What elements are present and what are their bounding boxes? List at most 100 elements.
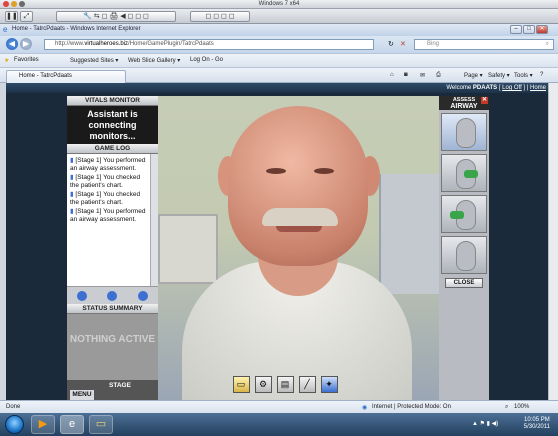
vm-title: Windows 7 x64 [258,1,300,7]
close-button[interactable]: CLOSE [445,278,483,288]
log-on-link[interactable]: Log On - Go [190,57,223,63]
search-placeholder: Bing [427,41,440,47]
assess-airway-header: ASSESS AIRWAY ✕ [439,96,489,110]
action-toolbar: ▭ ⚙ ▤ ╱ ✦ [230,373,340,395]
welcome-text: Welcome PDAATS [ Log Off ] | Home [446,85,546,91]
patient-mouth [276,226,322,232]
vm-settings-group[interactable]: ◻ ◻ ◻ ◻ [190,11,250,22]
safety-menu[interactable]: Safety ▾ [488,72,510,79]
tab-row: Home - TatrcPdaats ⌂ ◙ ✉ ⎙ Page ▾ Safety… [0,67,558,83]
chart-icon[interactable]: ▤ [276,375,294,393]
left-panel: VITALS MONITOR ‹ Assistant is connecting… [67,96,164,400]
zoom-icon[interactable]: ⌕ [505,404,508,411]
maximize-button[interactable]: □ [523,25,535,34]
welcome-prefix: Welcome [446,85,473,91]
status-header: STATUS SUMMARY ‹ [67,304,164,314]
log-entry-text: [Stage 1] You checked the patient's char… [70,174,141,189]
mail-icon[interactable]: ✉ [420,72,425,79]
favorites-button[interactable]: Favorites [14,57,39,63]
assess-airway-panel: ASSESS AIRWAY ✕ CLOSE [439,96,489,400]
status-title: STATUS SUMMARY [82,305,143,312]
green-arrow-icon [450,211,464,219]
tools-menu[interactable]: Tools ▾ [514,72,533,79]
log-entry: ▮ [Stage 1] You performed an airway asse… [70,157,148,173]
vm-tools-group[interactable]: 🔧 ⇆ ◻ 🖨 ◀ ◻ ◻ ◻ [56,11,176,22]
gamelog-controls [67,286,158,304]
back-button[interactable]: ◀ [6,38,18,50]
airway-view-back[interactable] [441,236,487,274]
favorites-bar: ★ Favorites Suggested Sites ▾ Web Slice … [0,53,558,67]
patient-head [228,106,368,266]
scroll-up-icon[interactable] [77,290,88,301]
web-slice-gallery-link[interactable]: Web Slice Gallery ▾ [128,57,180,64]
menu-button[interactable]: MENU [70,390,94,400]
head-back-icon [456,241,476,271]
log-entry: ▮ [Stage 1] You performed an airway asse… [70,208,148,224]
airway-view-front[interactable] [441,113,487,151]
zoom-level[interactable]: 100% [514,404,529,410]
airway-view-side[interactable] [441,154,487,192]
suggested-sites-link[interactable]: Suggested Sites ▾ [70,57,118,64]
url-field[interactable]: http://www.virtualheroes.biz/Home/GamePl… [44,39,374,50]
search-icon[interactable]: ⌕ [546,40,549,49]
patient-scene[interactable] [158,96,439,400]
page-scrollbar[interactable] [548,83,558,400]
stop-icon[interactable]: ✕ [400,40,406,48]
gamelog-list: ▮ [Stage 1] You performed an airway asse… [67,154,158,286]
gamelog-scrollbar[interactable] [150,154,158,286]
pause-button[interactable]: ❚❚ [5,11,18,22]
log-entry-text: [Stage 1] You performed an airway assess… [70,208,146,223]
tray-icons[interactable]: ▲ ⚑ ▮ ◀) [472,420,498,427]
site-header: Welcome PDAATS [ Log Off ] | Home [6,83,552,93]
ie-window-title: Home - TatrcPdaats - Windows Internet Ex… [12,26,141,32]
vm-title-bar: Windows 7 x64 [0,0,558,9]
globe-icon: ◉ [362,405,368,411]
back-icon[interactable] [107,290,118,301]
search-field[interactable]: Bing ⌕ [414,39,554,50]
help-icon[interactable]: ? [540,72,543,78]
log-entry-text: [Stage 1] You checked the patient's char… [70,191,141,206]
scroll-down-icon[interactable] [137,290,148,301]
folder-icon[interactable]: ▭ [232,375,250,393]
home-link[interactable]: Home [530,85,546,91]
web-page: Welcome PDAATS [ Log Off ] | Home VITALS… [6,83,552,400]
feeds-icon[interactable]: ◙ [404,72,408,78]
explorer-icon[interactable]: ▭ [89,415,113,434]
print-icon[interactable]: ⎙ [436,72,441,79]
status-text: Done [6,404,21,410]
ie-title-bar: e Home - TatrcPdaats - Windows Internet … [0,24,558,36]
start-button[interactable] [5,415,24,434]
ie-taskbar-icon[interactable]: e [60,415,84,434]
equipment-icon[interactable]: ✦ [320,375,338,393]
page-menu[interactable]: Page ▾ [464,72,483,79]
fullscreen-button[interactable]: ⤢ [20,11,33,22]
media-player-icon[interactable]: ▶ [31,415,55,434]
airway-view-mouth[interactable] [441,195,487,233]
address-bar-row: ◀ ▶ http://www.virtualheroes.biz/Home/Ga… [0,36,558,53]
favorites-star-icon: ★ [4,58,10,64]
patient-mustache [262,208,338,226]
close-button[interactable]: ✕ [536,25,548,34]
ie-logo-icon: e [3,25,8,34]
url-prefix: http://www. [55,41,85,47]
tools-icon[interactable]: ⚙ [254,375,272,393]
refresh-icon[interactable]: ↻ [388,40,394,48]
background-door [379,174,439,294]
clock[interactable]: 10:05 PM 5/30/2011 [524,417,550,431]
forward-button[interactable]: ▶ [20,38,32,50]
airway-label: AIRWAY [450,103,478,110]
user-name: PDAATS [472,85,498,91]
gamelog-title: GAME LOG [94,145,131,152]
bottom-tabs: MENU STAGE [67,380,158,400]
close-icon[interactable]: ✕ [481,97,488,104]
url-path: /Home/GamePlugin/TatrcPdaats [128,41,214,47]
background-monitor [158,214,218,284]
syringe-icon[interactable]: ╱ [298,375,316,393]
minimize-button[interactable]: – [510,25,522,34]
logoff-link[interactable]: Log Off [502,85,522,91]
status-message: NOTHING ACTIVE [67,314,158,380]
home-icon[interactable]: ⌂ [390,72,394,78]
tab-home[interactable]: Home - TatrcPdaats [6,70,126,83]
time: 10:05 PM [524,417,550,423]
vitals-header: VITALS MONITOR ‹ [67,96,164,106]
